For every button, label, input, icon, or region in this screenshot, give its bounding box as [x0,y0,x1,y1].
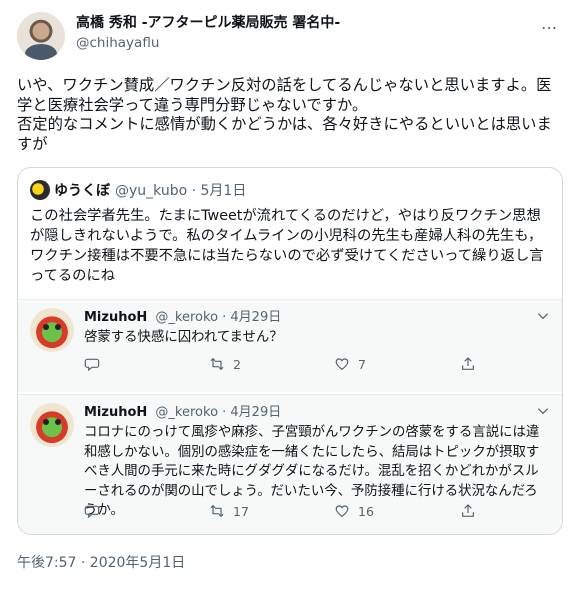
avatar[interactable] [30,403,74,447]
like-count: 7 [358,356,366,372]
reply-author-line: MizuhoH @_keroko · 4月29日 [84,309,281,327]
reply-button[interactable] [84,356,108,372]
like-button[interactable]: 16 [334,503,374,519]
reply-icon [84,505,100,519]
retweet-icon [210,504,224,518]
chevron-down-icon[interactable] [536,404,550,421]
reply-icon [84,358,100,372]
heart-icon [335,505,349,518]
avatar[interactable] [30,308,74,352]
reply-actions: 2 7 [84,356,494,374]
retweet-button[interactable]: 17 [209,503,249,519]
quoted-tweet-body: この社会学者先生。たまにTweetが流れてくるのだけど，やはり反ワクチン思想が隠… [30,208,544,284]
quoted-author-handle: @yu_kubo · 5月1日 [115,183,247,199]
reply-actions: 17 16 [84,503,494,521]
like-count: 16 [358,503,374,519]
heart-icon [335,358,349,371]
like-button[interactable]: 7 [334,356,366,372]
reply-author-handle: @_keroko · 4月29日 [155,310,282,325]
tweet-header: 高橋 秀和 -アフターピル薬局販売 署名中- @chihayaflu … [17,10,560,60]
reply-author-line: MizuhoH @_keroko · 4月29日 [84,404,281,422]
share-icon [462,357,474,370]
reply-author-name[interactable]: MizuhoH [84,405,147,420]
tweet-body: いや、ワクチン賛成／ワクチン反対の話をしてるんじゃないと思いますよ。医学と医療社… [17,76,552,153]
quoted-avatar [30,180,50,200]
share-icon [462,504,474,517]
quoted-tweet-header: ゆうくぼ @yu_kubo · 5月1日 [30,179,246,201]
author-block[interactable]: 高橋 秀和 -アフターピル薬局販売 署名中- @chihayaflu [76,14,340,53]
quoted-author-name: ゆうくぼ [54,183,110,199]
reply-author-name[interactable]: MizuhoH [84,310,147,325]
reply-author-handle: @_keroko · 4月29日 [155,405,282,420]
reply-button[interactable] [84,503,108,519]
retweet-icon [210,357,224,371]
retweet-count: 17 [233,503,249,519]
retweet-button[interactable]: 2 [209,356,241,372]
author-handle[interactable]: @chihayaflu [76,34,340,53]
reply-body: 啓蒙する快感に囚われてません？ [84,330,283,345]
tweet-timestamp[interactable]: 午後7:57 · 2020年5月1日 [17,552,185,572]
author-name[interactable]: 高橋 秀和 -アフターピル薬局販売 署名中- [76,14,340,33]
chevron-down-icon[interactable] [536,309,550,326]
share-button[interactable] [460,503,484,519]
reply-item[interactable]: MizuhoH @_keroko · 4月29日 啓蒙する快感に囚われてません？… [18,299,562,392]
more-options-icon[interactable]: … [541,14,558,33]
avatar[interactable] [17,12,65,60]
share-button[interactable] [460,356,484,372]
reply-item[interactable]: MizuhoH @_keroko · 4月29日 コロナにのっけて風疹や麻疹、子… [18,394,562,534]
retweet-count: 2 [233,356,241,372]
quoted-tweet[interactable]: ゆうくぼ @yu_kubo · 5月1日 この社会学者先生。たまにTweetが流… [17,167,563,535]
